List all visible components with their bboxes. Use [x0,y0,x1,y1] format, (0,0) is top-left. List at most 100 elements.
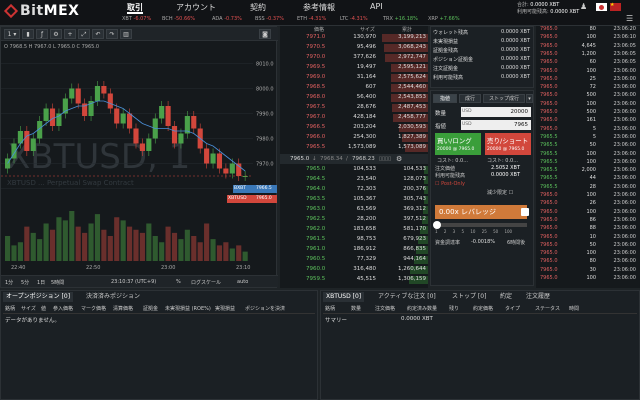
bid-row[interactable]: 7962.0 183,658 581,170 [280,225,428,235]
ticker-eth[interactable]: ETH -4.31% [297,16,326,24]
col-entry-price: 参入価格 [53,306,74,312]
bid-row[interactable]: 7959.5 45,515 1,306,159 [280,275,428,285]
trade-size: 88 [589,225,596,232]
bitmex-logo[interactable]: BitMEX [3,3,79,19]
bid-row[interactable]: 7961.5 98,753 679,923 [280,235,428,245]
bid-row[interactable]: 7960.0 316,480 1,260,644 [280,265,428,275]
ob-size: 186,912 [353,246,376,252]
post-only-checkbox[interactable]: ☐ Post-Only [435,181,465,187]
redo-icon[interactable]: ↷ [106,29,118,39]
price-chart[interactable]: 8010.08000.07990.07980.07970.07960.022:4… [1,51,278,275]
ask-row[interactable]: 7967.5 28,676 2,487,453 [280,103,428,113]
ask-row[interactable]: 7970.5 95,496 3,068,243 [280,43,428,53]
range-1d[interactable]: 1日 [37,279,45,286]
tab-open-positions[interactable]: オープンポジション [0] [3,292,74,302]
ask-row[interactable]: 7971.0 130,970 3,199,213 [280,33,428,43]
more-tabs-chevron-icon[interactable]: ▾ [526,94,533,103]
trade-price: 7965.0 [540,92,558,99]
range-5h[interactable]: 5時間 [51,279,64,286]
ask-row[interactable]: 7966.0 254,300 1,827,389 [280,133,428,143]
ticker-bss[interactable]: BSS -0.37% [255,16,284,24]
bid-row[interactable]: 7963.0 63,569 369,312 [280,205,428,215]
nav-trade[interactable]: 取引 [127,2,143,14]
ticker-trx[interactable]: TRX +16.18% [383,16,418,24]
leverage-slider[interactable] [433,221,527,229]
tab-active-orders[interactable]: アクティブな注文 [0] [375,292,439,302]
chart-icon[interactable]: ▥ [120,29,132,39]
tab-stop-market[interactable]: ストップ成行 [483,94,525,103]
nav-api[interactable]: API [370,2,383,14]
candle [49,108,56,126]
ask-row[interactable]: 7967.0 428,184 2,458,777 [280,113,428,123]
bid-row[interactable]: 7965.0 104,533 104,533 [280,165,428,175]
tab-stops[interactable]: ストップ [0] [449,292,489,302]
china-flag-icon[interactable]: ★ [610,3,621,11]
reduce-only-checkbox[interactable]: 減少限定 ☐ [487,189,513,196]
leverage-edit-icon[interactable] [521,208,529,216]
percent-toggle[interactable]: % [176,279,181,285]
range-5m[interactable]: 5分 [21,279,29,286]
quantity-input[interactable]: USD 20000 [461,107,531,117]
price-field[interactable]: 指値 USD 7965 [435,120,531,130]
log-scale-toggle[interactable]: ログスケール [191,279,221,286]
ticker-ada[interactable]: ADA -0.73% [212,16,242,24]
bid-row[interactable]: 7964.0 72,303 200,376 [280,185,428,195]
ask-row[interactable]: 7965.5 1,573,089 1,573,089 [280,143,428,153]
ask-row[interactable]: 7970.0 377,626 2,972,747 [280,53,428,63]
settings-icon[interactable]: ⚙ [396,155,402,163]
volume-bar [127,226,133,261]
ticker-ltc[interactable]: LTC -4.31% [340,16,368,24]
ask-row[interactable]: 7966.5 203,204 2,030,593 [280,123,428,133]
candle-type-icon[interactable]: ▮ [22,29,34,39]
tab-market[interactable]: 成行 [459,94,481,103]
trade-time: 23:06:00 [613,75,636,82]
col-time: 時間 [569,306,580,312]
auto-scale-toggle[interactable]: auto [237,279,248,285]
tab-fills[interactable]: 約定 [497,292,515,302]
range-1m[interactable]: 1分 [5,279,13,286]
tab-closed-positions[interactable]: 決済済みポジション [83,292,143,302]
camera-icon[interactable]: ◙ [259,29,271,39]
bid-row[interactable]: 7960.5 77,329 944,164 [280,255,428,265]
tab-xbtusd[interactable]: XBTUSD [0] [323,292,365,302]
bid-row[interactable]: 7964.5 23,540 128,073 [280,175,428,185]
order-value-label: 注文価値 [435,166,456,172]
ask-row[interactable]: 7968.0 56,400 2,543,853 [280,93,428,103]
ob-price: 7969.0 [306,74,326,80]
leverage-slider-handle[interactable] [433,221,441,229]
undo-icon[interactable]: ↶ [92,29,104,39]
trade-price: 7965.0 [540,225,558,232]
quantity-field[interactable]: 数量 USD 20000 [435,107,531,117]
leverage-bar[interactable]: 0.00x レバレッジ [435,205,527,219]
settings-gear-icon[interactable]: ⚙ [50,29,62,39]
buy-long-button[interactable]: 買い/ロング 20000 @ 7965.0 [435,133,481,155]
compare-icon[interactable]: + [64,29,76,39]
japan-flag-icon[interactable] [596,3,607,11]
tab-limit[interactable]: 指値 [433,94,457,103]
ticker-xrp[interactable]: XRP +7.66% [428,16,460,24]
account-summary[interactable]: 合計: 0.0000 XBT 利用可能残高: 0.0000 XBT [517,2,579,16]
bid-row[interactable]: 7961.0 186,912 866,835 [280,245,428,255]
volume-bar [178,239,184,261]
depth-icon[interactable]: ▯▯▯▯ [379,156,391,162]
bid-row[interactable]: 7962.5 28,200 397,512 [280,215,428,225]
sell-short-button[interactable]: 売り/ショート 20000 @ 7965.0 [485,133,531,155]
indicators-icon[interactable]: ƒ [36,29,48,39]
tab-order-history[interactable]: 注文履歴 [523,292,553,302]
ticker-xbt[interactable]: XBT -6.07% [122,16,151,24]
ticker-bch[interactable]: BCH -50.66% [162,16,195,24]
price-input[interactable]: USD 7965 [461,120,531,130]
ask-row[interactable]: 7968.5 607 2,544,460 [280,83,428,93]
wallet-row: 証拠金残高 0.0000 XBT [433,47,530,54]
interval-select[interactable]: 1 ▾ [4,29,20,39]
ask-row[interactable]: 7969.5 19,497 2,595,121 [280,63,428,73]
nav-reference[interactable]: 参考情報 [303,2,335,14]
ask-row[interactable]: 7969.0 31,164 2,575,624 [280,73,428,83]
ob-total: 866,835 [403,246,426,252]
nav-contracts[interactable]: 契約 [250,2,266,14]
menu-icon[interactable]: ☰ [626,14,633,23]
fullscreen-icon[interactable]: ⤢ [78,29,90,39]
nav-account[interactable]: アカウント [176,2,216,14]
user-icon[interactable]: ♟ [580,2,592,12]
bid-row[interactable]: 7963.5 105,367 305,743 [280,195,428,205]
